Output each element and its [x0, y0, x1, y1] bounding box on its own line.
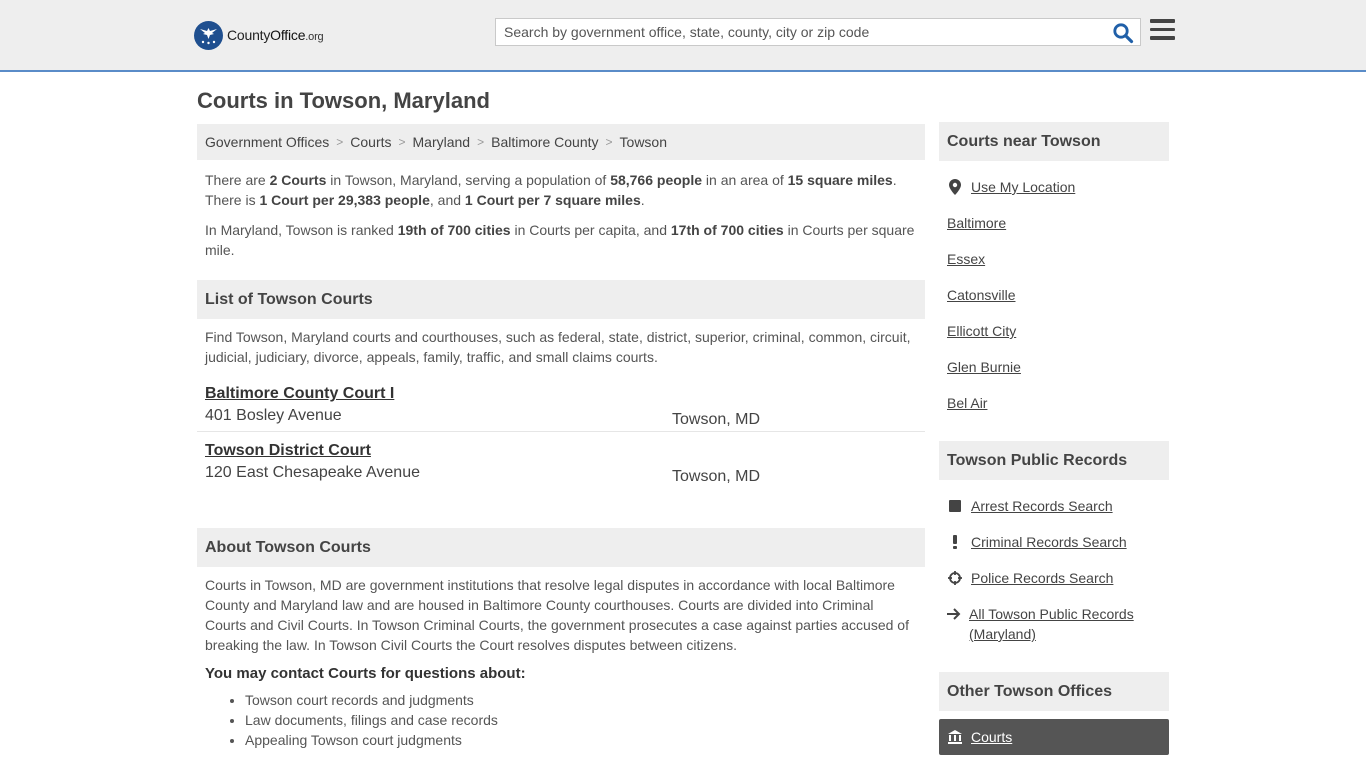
sidebar-city-link[interactable]: Ellicott City	[939, 321, 1169, 341]
list-item: Appealing Towson court judgments	[245, 730, 925, 750]
arrow-right-icon	[947, 604, 961, 624]
breadcrumb-baltimore-county[interactable]: Baltimore County	[491, 134, 598, 150]
court-city: Towson, MD	[672, 468, 761, 485]
divider	[197, 431, 925, 432]
breadcrumb-towson[interactable]: Towson	[620, 134, 667, 150]
sidebar-heading: Other Towson Offices	[939, 672, 1169, 711]
sidebar-city-link[interactable]: Catonsville	[939, 285, 1169, 305]
all-public-records-link[interactable]: All Towson Public Records (Maryland)	[939, 604, 1169, 644]
breadcrumb-courts[interactable]: Courts	[350, 134, 391, 150]
hamburger-menu-icon[interactable]	[1150, 19, 1175, 41]
square-icon	[947, 496, 963, 516]
crosshair-icon	[947, 568, 963, 588]
sidebar-city-link[interactable]: Essex	[939, 249, 1169, 269]
about-paragraph: Courts in Towson, MD are government inst…	[205, 577, 909, 653]
list-item: Towson court records and judgments	[245, 690, 925, 710]
court-row: Towson District Court 120 East Chesapeak…	[197, 442, 925, 488]
eagle-seal-icon	[194, 20, 223, 50]
court-row: Baltimore County Court I 401 Bosley Aven…	[197, 385, 925, 431]
logo-text: CountyOffice.org	[227, 27, 324, 43]
court-name-link[interactable]: Towson District Court	[205, 442, 371, 460]
chevron-right-icon: >	[477, 135, 485, 149]
search-icon[interactable]	[1112, 22, 1134, 44]
site-logo[interactable]: CountyOffice.org	[194, 20, 324, 50]
intro-paragraph-1: There are 2 Courts in Towson, Maryland, …	[205, 172, 897, 208]
sidebar-heading: Courts near Towson	[939, 122, 1169, 161]
list-item: Law documents, filings and case records	[245, 710, 925, 730]
criminal-records-link[interactable]: Criminal Records Search	[939, 532, 1169, 552]
court-name-link[interactable]: Baltimore County Court I	[205, 385, 394, 403]
search-box	[495, 18, 1141, 46]
sidebar-city-link[interactable]: Baltimore	[939, 213, 1169, 233]
map-pin-icon	[947, 177, 963, 197]
sidebar-heading: Towson Public Records	[939, 441, 1169, 480]
sidebar-city-link[interactable]: Bel Air	[939, 393, 1169, 413]
chevron-right-icon: >	[398, 135, 406, 149]
court-address: 120 East Chesapeake Avenue	[205, 464, 420, 481]
list-section-heading: List of Towson Courts	[197, 280, 925, 319]
intro-paragraph-2: In Maryland, Towson is ranked 19th of 70…	[205, 222, 915, 258]
about-section-heading: About Towson Courts	[197, 528, 925, 567]
breadcrumb-government-offices[interactable]: Government Offices	[205, 134, 329, 150]
sidebar-item-courts[interactable]: Courts	[939, 719, 1169, 755]
exclamation-icon	[947, 532, 963, 552]
contact-heading: You may contact Courts for questions abo…	[205, 665, 526, 682]
breadcrumb: Government Offices > Courts > Maryland >…	[197, 124, 925, 160]
chevron-right-icon: >	[336, 135, 344, 149]
sidebar-city-link[interactable]: Glen Burnie	[939, 357, 1169, 377]
court-city: Towson, MD	[672, 411, 761, 428]
sidebar-public-records: Towson Public Records Arrest Records Sea…	[939, 441, 1169, 644]
breadcrumb-maryland[interactable]: Maryland	[413, 134, 471, 150]
main-content: Government Offices > Courts > Maryland >…	[197, 124, 925, 750]
police-records-link[interactable]: Police Records Search	[939, 568, 1169, 588]
sidebar-courts-near: Courts near Towson Use My Location Balti…	[939, 122, 1169, 413]
arrest-records-link[interactable]: Arrest Records Search	[939, 496, 1169, 516]
top-header: CountyOffice.org	[0, 0, 1366, 72]
list-description: Find Towson, Maryland courts and courtho…	[205, 329, 911, 365]
use-my-location-link[interactable]: Use My Location	[939, 177, 1169, 197]
chevron-right-icon: >	[605, 135, 613, 149]
court-address: 401 Bosley Avenue	[205, 407, 342, 424]
search-input[interactable]	[496, 19, 1096, 45]
sidebar-other-offices: Other Towson Offices Courts	[939, 672, 1169, 755]
page-title: Courts in Towson, Maryland	[197, 88, 490, 113]
courthouse-icon	[947, 730, 963, 744]
questions-list: Towson court records and judgments Law d…	[197, 690, 925, 750]
